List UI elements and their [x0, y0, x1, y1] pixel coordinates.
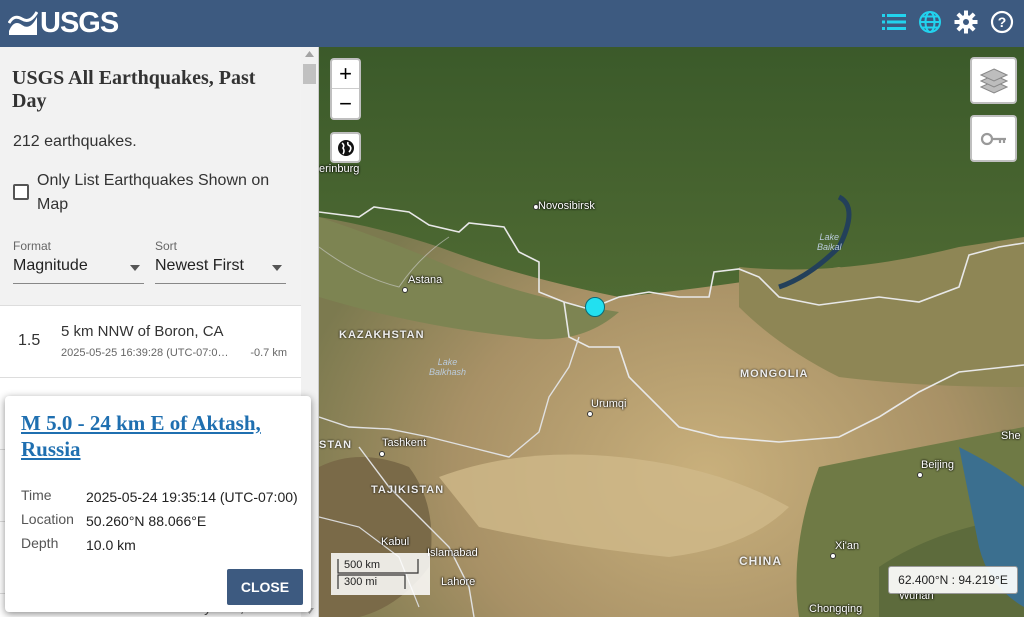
place-label: Islamabad: [427, 547, 478, 559]
item-place: 5 km NNW of Boron, CA: [61, 323, 224, 340]
scrollbar-thumb[interactable]: [303, 64, 316, 84]
list-title: USGS All Earthquakes, Past Day: [12, 67, 256, 112]
list-item[interactable]: 1.5 5 km NNW of Boron, CA 2025-05-25 16:…: [0, 306, 302, 378]
svg-text:?: ?: [998, 14, 1007, 30]
gear-icon[interactable]: [952, 8, 980, 36]
list-icon[interactable]: [880, 8, 908, 36]
tashkent-marker: [379, 451, 385, 457]
mouse-coordinates: 62.400°N : 94.219°E: [888, 566, 1018, 594]
popup-title-link[interactable]: M 5.0 - 24 km E of Aktash, Russia: [21, 410, 291, 462]
item-time: 2025-05-25 16:39:28 (UTC-07:0…: [61, 347, 229, 359]
globe-icon[interactable]: [916, 8, 944, 36]
format-select[interactable]: Magnitude: [13, 257, 144, 284]
lake-label: Lake Baikal: [817, 232, 842, 252]
country-label: STAN: [319, 439, 353, 451]
close-button[interactable]: CLOSE: [227, 569, 303, 605]
xian-marker: [830, 553, 836, 559]
map-scale: 500 km 300 mi: [331, 553, 430, 595]
place-label: Astana: [408, 274, 443, 286]
globe-view-button[interactable]: [330, 132, 361, 163]
location-value: 50.260°N 88.066°E: [86, 513, 207, 529]
place-label: She: [1001, 430, 1021, 442]
format-label: Format: [13, 239, 52, 253]
item-depth: -0.7 km: [250, 347, 287, 359]
zoom-in-button[interactable]: +: [332, 60, 359, 89]
place-label: Chongqing: [809, 603, 863, 615]
format-value: Magnitude: [13, 257, 88, 274]
place-label: Urumqi: [591, 398, 627, 410]
place-label: Novosibirsk: [538, 200, 595, 212]
beijing-marker: [917, 472, 923, 478]
earthquake-popup: M 5.0 - 24 km E of Aktash, Russia Time 2…: [5, 396, 311, 612]
time-value: 2025-05-24 19:35:14 (UTC-07:00): [86, 489, 298, 505]
zoom-out-button[interactable]: −: [332, 89, 359, 118]
urumqi-marker: [587, 411, 593, 417]
location-label: Location: [21, 511, 74, 527]
sort-select[interactable]: Newest First: [155, 257, 286, 284]
country-label: CHINA: [739, 554, 782, 568]
scale-mi: 300 mi: [344, 576, 378, 588]
country-label: MONGOLIA: [740, 368, 809, 380]
help-icon[interactable]: ?: [988, 8, 1016, 36]
chevron-down-icon: [272, 265, 282, 271]
earthquake-count: 212 earthquakes.: [13, 133, 137, 150]
layers-button[interactable]: [970, 57, 1017, 104]
only-shown-label[interactable]: Only List Earthquakes Shown on Map: [37, 169, 287, 217]
country-label: KAZAKHSTAN: [339, 329, 425, 341]
app-header: USGS ?: [0, 0, 1024, 47]
place-label: erinburg: [319, 163, 360, 175]
country-label: TAJIKISTAN: [371, 484, 445, 496]
depth-value: 10.0 km: [86, 537, 136, 553]
usgs-logo[interactable]: USGS: [8, 7, 119, 40]
layers-icon: [979, 67, 1008, 94]
globe-icon: [337, 139, 354, 156]
lake-label: Lake Balkhash: [429, 357, 467, 377]
place-label: Lahore: [441, 576, 476, 588]
time-label: Time: [21, 487, 52, 503]
key-icon: [980, 132, 1006, 145]
place-label: Tashkent: [382, 437, 427, 449]
zoom-control: + −: [330, 58, 361, 120]
place-label: Kabul: [381, 536, 410, 548]
depth-label: Depth: [21, 535, 59, 551]
only-shown-checkbox[interactable]: [13, 184, 29, 200]
place-label: Beijing: [921, 459, 955, 471]
sort-value: Newest First: [155, 257, 244, 274]
sort-label: Sort: [155, 239, 178, 253]
scale-km: 500 km: [344, 559, 381, 571]
astana-marker: [402, 287, 408, 293]
map-view[interactable]: Novosibirsk erinburg Astana Urumqi Tashk…: [319, 47, 1024, 617]
earthquake-marker[interactable]: [585, 297, 605, 317]
legend-key-button[interactable]: [970, 115, 1017, 162]
logo-text: USGS: [40, 7, 119, 39]
item-magnitude: 1.5: [18, 332, 41, 349]
usgs-wave-icon: [8, 10, 38, 35]
chevron-down-icon: [130, 265, 140, 271]
place-label: Xi'an: [835, 540, 860, 552]
